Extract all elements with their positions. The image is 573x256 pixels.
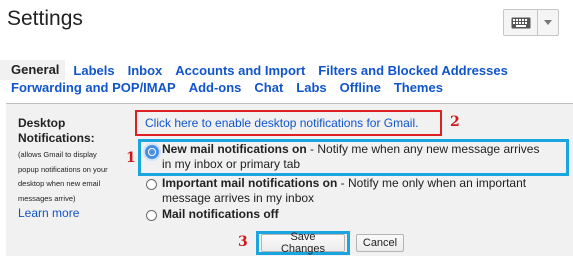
- tab-labels[interactable]: Labels: [73, 63, 114, 78]
- settings-tabs-row-1: General Labels Inbox Accounts and Import…: [0, 60, 521, 80]
- enable-notifications-highlight: Click here to enable desktop notificatio…: [135, 110, 442, 136]
- settings-tabs-row-2: Forwarding and POP/IMAP Add-ons Chat Lab…: [0, 80, 456, 95]
- learn-more-link[interactable]: Learn more: [18, 206, 79, 220]
- tab-forwarding-and-pop-imap[interactable]: Forwarding and POP/IMAP: [11, 80, 176, 95]
- desktop-notifications-description: (allows Gmail to display popup notificat…: [18, 150, 108, 203]
- tab-labs[interactable]: Labs: [296, 80, 326, 95]
- annotation-marker-3: 3: [238, 234, 248, 250]
- annotation-marker-1: 1: [126, 150, 136, 166]
- page-title: Settings: [7, 7, 83, 30]
- important-mail-notifications-label[interactable]: Important mail notifications on - Notify…: [162, 176, 526, 206]
- annotation-marker-2: 2: [450, 114, 460, 130]
- tab-inbox[interactable]: Inbox: [128, 63, 163, 78]
- tab-themes[interactable]: Themes: [394, 80, 443, 95]
- chevron-down-icon[interactable]: [538, 20, 558, 25]
- save-changes-button[interactable]: Save Changes: [261, 231, 345, 255]
- new-mail-notifications-label[interactable]: New mail notifications on - Notify me wh…: [162, 142, 539, 172]
- tab-general[interactable]: General: [0, 60, 66, 80]
- desktop-notifications-heading: Desktop Notifications:: [18, 116, 95, 145]
- tab-accounts-and-import[interactable]: Accounts and Import: [175, 63, 305, 78]
- input-tools-button[interactable]: [503, 9, 559, 36]
- tab-chat[interactable]: Chat: [254, 80, 283, 95]
- cancel-button[interactable]: Cancel: [356, 234, 404, 252]
- tab-add-ons[interactable]: Add-ons: [189, 80, 242, 95]
- tab-filters-and-blocked-addresses[interactable]: Filters and Blocked Addresses: [318, 63, 508, 78]
- keyboard-icon[interactable]: [504, 10, 538, 35]
- mail-notifications-off-radio[interactable]: [146, 210, 157, 221]
- mail-notifications-off-label[interactable]: Mail notifications off: [162, 207, 279, 222]
- tab-offline[interactable]: Offline: [340, 80, 381, 95]
- important-mail-notifications-radio[interactable]: [146, 179, 157, 190]
- new-mail-notifications-radio[interactable]: [145, 145, 159, 159]
- enable-desktop-notifications-link[interactable]: Click here to enable desktop notificatio…: [145, 116, 418, 130]
